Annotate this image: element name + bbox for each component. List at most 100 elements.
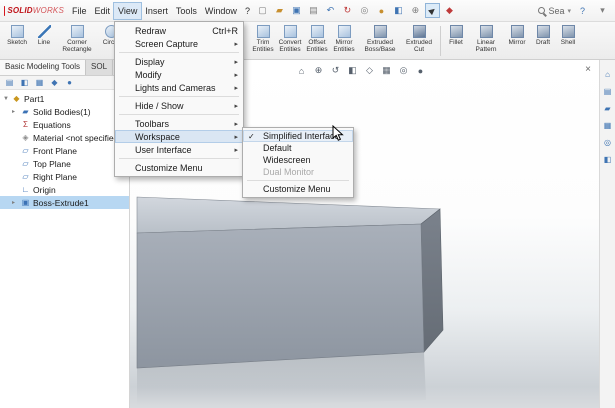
tree-item-front-plane[interactable]: ▱ Front Plane: [0, 144, 129, 157]
open-document-icon[interactable]: ▰: [272, 3, 287, 18]
collapse-chevron-icon[interactable]: ▾: [595, 3, 610, 18]
menu-item-toolbars[interactable]: Toolbars ▸: [115, 117, 243, 130]
search-commands[interactable]: Sea ▾: [538, 6, 571, 16]
menu-view[interactable]: View: [114, 3, 141, 19]
fillet-button[interactable]: Fillet: [444, 23, 468, 59]
menu-item-widescreen[interactable]: Widescreen: [243, 154, 353, 166]
button-label: Line: [38, 39, 50, 46]
tab-basic-modeling-tools[interactable]: Basic Modeling Tools: [0, 60, 86, 75]
menu-item-hide-show[interactable]: Hide / Show ▸: [115, 99, 243, 112]
menu-item-modify[interactable]: Modify ▸: [115, 68, 243, 81]
menu-item-label: User Interface: [135, 145, 192, 155]
resources-icon[interactable]: ⌂: [602, 68, 614, 80]
print-icon[interactable]: ▤: [306, 3, 321, 18]
undo-icon[interactable]: ↶: [323, 3, 338, 18]
menu-item-lights-and-cameras[interactable]: Lights and Cameras ▸: [115, 81, 243, 94]
fillet-icon: [450, 25, 463, 38]
expander-icon[interactable]: ▸: [12, 108, 18, 115]
expander-icon[interactable]: ▸: [12, 199, 18, 206]
featuremanager-tab-icon[interactable]: ▤: [3, 77, 16, 89]
edit-appearance-icon[interactable]: ●: [374, 3, 389, 18]
tree-item-part1[interactable]: ▼ ◆ Part1: [0, 92, 129, 105]
dimxpert-tab-icon[interactable]: ◆: [48, 77, 61, 89]
corner-rectangle-button[interactable]: Corner Rectangle: [56, 23, 98, 59]
view-palette-icon[interactable]: ▦: [602, 119, 614, 131]
extruded-cut-button[interactable]: Extruded Cut: [401, 23, 437, 59]
solidworks-window: SOLIDWORKS File Edit View Insert Tools W…: [0, 0, 615, 408]
select-tool-icon[interactable]: ▶: [425, 3, 440, 18]
section-view-icon[interactable]: ◧: [391, 3, 406, 18]
tree-item-equations[interactable]: Σ Equations: [0, 118, 129, 131]
display-style-icon[interactable]: ▦: [380, 64, 393, 77]
linear-pattern-icon: [480, 25, 493, 38]
appearances-icon[interactable]: ◎: [602, 136, 614, 148]
extruded-boss-base-button[interactable]: Extruded Boss/Base: [360, 23, 400, 59]
menu-item-display[interactable]: Display ▸: [115, 55, 243, 68]
menu-item-customize-menu[interactable]: Customize Menu: [115, 161, 243, 174]
tree-item-material[interactable]: ◈ Material <not specified>: [0, 131, 129, 144]
extrude-icon: ▣: [21, 198, 30, 207]
propertymanager-tab-icon[interactable]: ◧: [18, 77, 31, 89]
draft-button[interactable]: Draft: [531, 23, 555, 59]
sketch-button[interactable]: Sketch: [2, 23, 32, 59]
tree-item-origin[interactable]: ∟ Origin: [0, 183, 129, 196]
trim-entities-button[interactable]: Trim Entities: [250, 23, 276, 59]
appearance-icon[interactable]: ●: [414, 64, 427, 77]
new-document-icon[interactable]: ▢: [255, 3, 270, 18]
mirror-button[interactable]: Mirror: [504, 23, 530, 59]
select-arrow-glyph: ▶: [427, 5, 438, 16]
expander-icon[interactable]: ▼: [3, 96, 9, 102]
close-icon[interactable]: ×: [585, 65, 591, 75]
linear-pattern-button[interactable]: Linear Pattern: [469, 23, 503, 59]
menu-window[interactable]: Window: [201, 3, 241, 19]
menu-insert[interactable]: Insert: [141, 3, 172, 19]
save-icon[interactable]: ▣: [289, 3, 304, 18]
displaymanager-tab-icon[interactable]: ●: [63, 77, 76, 89]
custom-properties-icon[interactable]: ◧: [602, 153, 614, 165]
group-divider: [440, 26, 441, 56]
rectangle-icon: [71, 25, 84, 38]
zoom-area-icon[interactable]: ⊕: [312, 64, 325, 77]
file-explorer-icon[interactable]: ▰: [602, 102, 614, 114]
configurationmanager-tab-icon[interactable]: ▦: [33, 77, 46, 89]
convert-entities-button[interactable]: Convert Entities: [277, 23, 303, 59]
slab-end-face[interactable]: [421, 209, 443, 352]
line-button[interactable]: Line: [33, 23, 55, 59]
options-icon[interactable]: ◎: [357, 3, 372, 18]
offset-entities-button[interactable]: Offset Entities: [304, 23, 330, 59]
menu-item-screen-capture[interactable]: Screen Capture ▸: [115, 37, 243, 50]
menu-file[interactable]: File: [68, 3, 91, 19]
mirror-entities-button[interactable]: Mirror Entities: [331, 23, 357, 59]
menu-tools[interactable]: Tools: [172, 3, 201, 19]
submenu-arrow-icon: ▸: [234, 58, 238, 66]
rebuild-icon[interactable]: ↻: [340, 3, 355, 18]
menu-separator: [247, 180, 349, 181]
measure-icon[interactable]: ⊕: [408, 3, 423, 18]
section-view-icon[interactable]: ◧: [346, 64, 359, 77]
view-orientation-icon[interactable]: ◇: [363, 64, 376, 77]
previous-view-icon[interactable]: ↺: [329, 64, 342, 77]
design-library-icon[interactable]: ▤: [602, 85, 614, 97]
part-icon: ◆: [12, 94, 21, 103]
menu-item-redraw[interactable]: Redraw Ctrl+R: [115, 24, 243, 37]
slab-front-face[interactable]: [137, 224, 424, 368]
tab-solidworks[interactable]: SOL: [86, 60, 113, 75]
annotations-icon[interactable]: ◆: [442, 3, 457, 18]
shell-button[interactable]: Shell: [556, 23, 580, 59]
menu-item-customize-menu[interactable]: Customize Menu: [243, 183, 353, 195]
menu-item-user-interface[interactable]: User Interface ▸: [115, 143, 243, 156]
hide-items-icon[interactable]: ◎: [397, 64, 410, 77]
menu-item-label: Screen Capture: [135, 39, 198, 49]
features-group: Extruded Boss/Base Extruded Cut Fillet L…: [360, 23, 580, 59]
tree-item-label: Part1: [24, 94, 44, 104]
menu-item-workspace[interactable]: Workspace ▸: [115, 130, 243, 143]
zoom-fit-icon[interactable]: ⌂: [295, 64, 308, 77]
tree-item-solid-bodies[interactable]: ▸ ▰ Solid Bodies(1): [0, 105, 129, 118]
tree-item-boss-extrude1[interactable]: ▸ ▣ Boss-Extrude1: [0, 196, 129, 209]
menu-item-default[interactable]: Default: [243, 142, 353, 154]
help-icon[interactable]: ?: [575, 3, 590, 18]
tree-item-right-plane[interactable]: ▱ Right Plane: [0, 170, 129, 183]
tree-item-top-plane[interactable]: ▱ Top Plane: [0, 157, 129, 170]
menu-help[interactable]: ?: [241, 3, 254, 19]
menu-edit[interactable]: Edit: [91, 3, 115, 19]
